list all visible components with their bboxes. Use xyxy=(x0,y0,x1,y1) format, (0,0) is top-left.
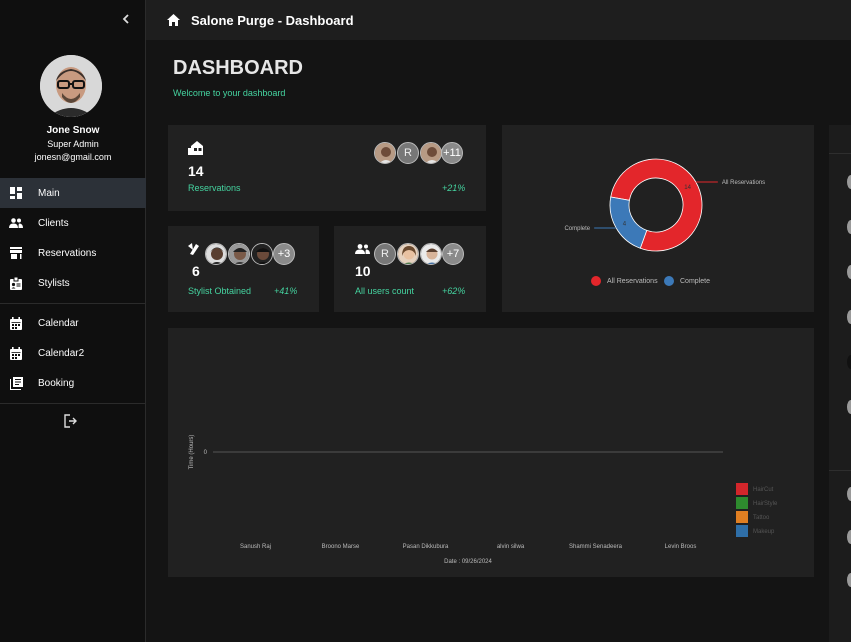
avatar xyxy=(40,55,102,117)
calendar-icon xyxy=(9,316,23,330)
header-title: Salone Purge - Dashboard xyxy=(191,12,354,28)
user-name: Jone Snow xyxy=(46,125,100,136)
page-subtitle: Welcome to your dashboard xyxy=(173,88,286,98)
stylists-count: 6 xyxy=(192,263,200,279)
sidebar-item-main[interactable]: Main xyxy=(0,178,146,208)
donut-outer-label: Complete xyxy=(564,226,590,232)
sidebar-item-label: Reservations xyxy=(38,247,97,259)
reservations-card: 14 Reservations +21% R +11 xyxy=(168,125,486,211)
users-count: 10 xyxy=(355,263,371,279)
sidebar-item-calendar[interactable]: Calendar xyxy=(0,308,146,338)
avatar xyxy=(205,243,227,265)
stylists-card: +3 6 Stylist Obtained +41% xyxy=(168,226,319,312)
reservations-change: +21% xyxy=(442,183,466,193)
legend-label: Tattoo xyxy=(753,515,770,521)
sidebar-item-label: Stylists xyxy=(38,277,70,289)
x-tick-label: Shammi Senadeera xyxy=(569,544,623,550)
sidebar-item-label: Main xyxy=(38,187,60,199)
donut-outer-label: All Reservations xyxy=(722,180,765,186)
legend-item-all-reservations[interactable]: All Reservations xyxy=(591,276,658,286)
users-card: R +7 10 All users count +62% xyxy=(334,226,486,312)
legend-label: HairCut xyxy=(753,487,774,493)
x-tick-label: Sanush Raj xyxy=(240,544,271,550)
donut-chart-card: 14 All Reservations 4 Complete All Reservat… xyxy=(502,125,814,312)
legend-item-complete[interactable]: Complete xyxy=(664,276,710,286)
legend-label: HairStyle xyxy=(753,501,778,507)
sidebar-item-booking[interactable]: Booking xyxy=(0,368,146,398)
avatar xyxy=(228,243,250,265)
people-icon xyxy=(355,244,370,254)
house-icon xyxy=(188,141,203,155)
bar-chart-card: 0 Time (Hours) Sanush Raj Broono Marse Pasan… xyxy=(168,328,814,577)
legend-swatch xyxy=(591,276,601,286)
legend-label: Complete xyxy=(680,277,710,285)
sidebar-item-label: Booking xyxy=(38,377,75,389)
users-change: +62% xyxy=(442,286,466,296)
reservations-count: 14 xyxy=(188,163,204,179)
legend-swatch[interactable] xyxy=(736,511,748,523)
legend-label: All Reservations xyxy=(607,277,658,285)
avatar xyxy=(420,243,442,265)
user-role: Super Admin xyxy=(47,139,99,149)
more-avatars-badge: +3 xyxy=(273,243,295,265)
dashboard-icon xyxy=(9,186,23,200)
sidebar-item-clients[interactable]: Clients xyxy=(0,208,146,238)
legend-swatch[interactable] xyxy=(736,497,748,509)
chevron-left-icon xyxy=(122,14,129,24)
y-axis-label: Time (Hours) xyxy=(189,435,195,470)
more-avatars-badge: +7 xyxy=(442,243,464,265)
donut-slice-complete[interactable] xyxy=(609,196,648,249)
sidebar-item-calendar2[interactable]: Calendar2 xyxy=(0,338,146,368)
legend-label: Makeup xyxy=(753,529,775,535)
y-tick-label: 0 xyxy=(204,450,208,456)
legend-swatch xyxy=(664,276,674,286)
x-tick-label: alvin silwa xyxy=(497,544,525,550)
legend-swatch[interactable] xyxy=(736,483,748,495)
users-label: All users count xyxy=(355,286,415,296)
sidebar-item-stylists[interactable]: Stylists xyxy=(0,268,146,298)
bar-chart: 0 Time (Hours) Sanush Raj Broono Marse Pasan… xyxy=(189,435,778,565)
stylists-change: +41% xyxy=(274,286,298,296)
scissors-icon xyxy=(188,243,199,255)
x-tick-label: Pasan Dikkubura xyxy=(403,544,449,550)
sidebar-item-label: Clients xyxy=(38,217,69,229)
x-tick-label: Broono Marse xyxy=(322,544,360,550)
avatar: R xyxy=(374,243,396,265)
page-title: DASHBOARD xyxy=(173,57,303,79)
people-icon xyxy=(9,216,23,230)
calendar-icon xyxy=(9,346,23,360)
sidebar-item-label: Calendar2 xyxy=(38,347,85,359)
avatar xyxy=(251,243,273,265)
avatar xyxy=(374,142,396,164)
collapse-sidebar-button[interactable] xyxy=(122,11,130,27)
reservations-label: Reservations xyxy=(188,183,241,193)
sidebar: Jone Snow Super Admin jonesn@gmail.com M… xyxy=(0,0,146,642)
donut-value-label: 14 xyxy=(684,185,691,191)
logout-icon xyxy=(64,414,77,428)
sidebar-divider xyxy=(0,303,146,304)
sidebar-item-label: Calendar xyxy=(38,317,79,329)
donut-chart: 14All Reservations4Complete xyxy=(564,158,765,252)
avatar: R xyxy=(397,142,419,164)
sidebar-item-reservations[interactable]: Reservations xyxy=(0,238,146,268)
logout-button[interactable] xyxy=(64,414,78,428)
x-tick-label: Levin Broos xyxy=(665,544,697,550)
legend-swatch[interactable] xyxy=(736,525,748,537)
store-icon xyxy=(9,246,23,260)
home-icon[interactable] xyxy=(167,13,180,27)
stylists-label: Stylist Obtained xyxy=(188,286,252,296)
avatar xyxy=(420,142,442,164)
right-panel xyxy=(829,125,851,642)
x-axis-label: Date : 09/26/2024 xyxy=(444,559,492,565)
user-email: jonesn@gmail.com xyxy=(34,152,112,162)
library-icon xyxy=(9,376,23,390)
top-bar: Salone Purge - Dashboard xyxy=(146,0,851,40)
sidebar-divider xyxy=(0,403,146,404)
avatar xyxy=(397,243,419,265)
badge-icon xyxy=(9,276,23,290)
more-avatars-badge: +11 xyxy=(441,142,463,164)
